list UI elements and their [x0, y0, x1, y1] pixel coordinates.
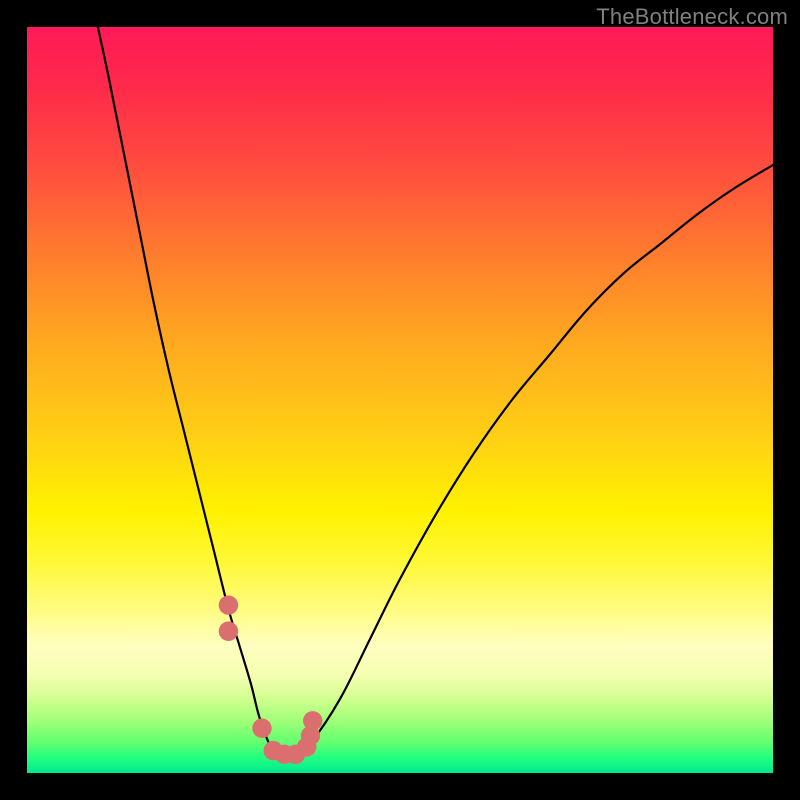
plot-area	[27, 27, 773, 773]
marker-point	[303, 711, 322, 730]
chart-svg	[27, 27, 773, 773]
marker-group	[219, 595, 323, 764]
bottleneck-curve	[98, 27, 773, 755]
marker-point	[252, 719, 271, 738]
marker-point	[219, 595, 238, 614]
marker-point	[219, 622, 238, 641]
chart-frame: { "watermark": "TheBottleneck.com", "cha…	[0, 0, 800, 800]
